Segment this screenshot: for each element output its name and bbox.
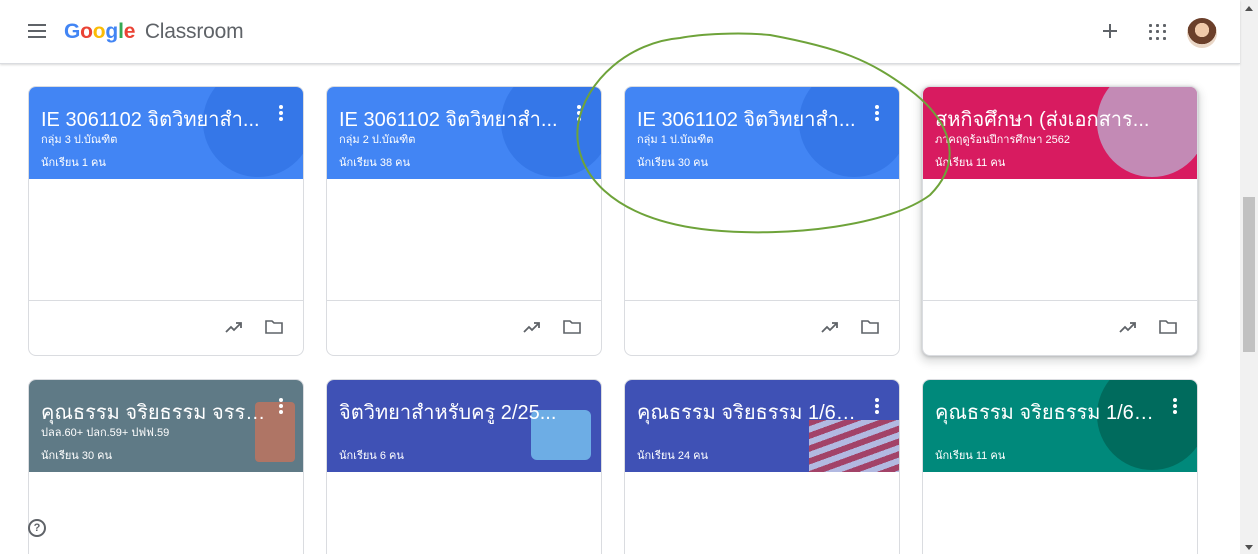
class-card-banner[interactable]: สหกิจศึกษา (ส่งเอกสาร... ภาคฤดูร้อนปีการ… <box>923 87 1197 179</box>
folder-icon[interactable] <box>265 319 283 334</box>
student-count: นักเรียน 11 คน <box>935 157 1006 169</box>
class-card-banner[interactable]: คุณธรรม จริยธรรม 1/62 ... นักเรียน 11 คน <box>923 380 1197 472</box>
class-card[interactable]: IE 3061102 จิตวิทยาสำ... กลุ่ม 3 ป.บัณฑิ… <box>28 86 304 356</box>
more-options-icon[interactable] <box>1167 398 1183 418</box>
more-options-icon[interactable] <box>273 105 289 125</box>
folder-icon[interactable] <box>1159 319 1177 334</box>
class-section: กลุ่ม 1 ป.บัณฑิต <box>637 134 714 146</box>
card-footer <box>923 300 1197 355</box>
class-card-banner[interactable]: คุณธรรม จริยธรรม จรรย... ปลล.60+ ปลก.59+… <box>29 380 303 472</box>
scroll-down-arrow[interactable] <box>1245 545 1253 550</box>
product-name: Classroom <box>144 20 244 43</box>
student-count: นักเรียน 24 คน <box>637 450 709 462</box>
class-section: กลุ่ม 2 ป.บัณฑิต <box>339 134 416 146</box>
scrollbar-thumb[interactable] <box>1243 197 1255 352</box>
class-section: ปลล.60+ ปลก.59+ ปฟฟ.59 <box>41 427 170 439</box>
class-title[interactable]: คุณธรรม จริยธรรม 1/62 ... <box>935 396 1160 428</box>
help-circle-icon[interactable]: ? <box>28 519 46 537</box>
class-card-banner[interactable]: จิตวิทยาสำหรับครู 2/25... นักเรียน 6 คน <box>327 380 601 472</box>
top-app-bar: Google Classroom <box>0 0 1240 64</box>
plus-icon[interactable] <box>1097 18 1123 44</box>
class-card[interactable]: คุณธรรม จริยธรรม 1/62 ... นักเรียน 11 คน <box>922 379 1198 554</box>
class-card[interactable]: IE 3061102 จิตวิทยาสำ... กลุ่ม 2 ป.บัณฑิ… <box>326 86 602 356</box>
class-section: ภาคฤดูร้อนปีการศึกษา 2562 <box>935 134 1070 146</box>
class-card-banner[interactable]: IE 3061102 จิตวิทยาสำ... กลุ่ม 2 ป.บัณฑิ… <box>327 87 601 179</box>
class-title[interactable]: คุณธรรม จริยธรรม 1/62 ... <box>637 396 862 428</box>
card-footer <box>327 300 601 355</box>
student-count: นักเรียน 30 คน <box>41 450 113 462</box>
trending-up-icon[interactable] <box>225 320 243 334</box>
apps-grid-icon[interactable] <box>1147 22 1167 42</box>
card-footer <box>625 300 899 355</box>
class-card[interactable]: คุณธรรม จริยธรรม จรรย... ปลล.60+ ปลก.59+… <box>28 379 304 554</box>
class-title[interactable]: จิตวิทยาสำหรับครู 2/25... <box>339 396 564 428</box>
class-card[interactable]: สหกิจศึกษา (ส่งเอกสาร... ภาคฤดูร้อนปีการ… <box>922 86 1198 356</box>
student-count: นักเรียน 38 คน <box>339 157 411 169</box>
account-avatar[interactable] <box>1187 18 1217 48</box>
trending-up-icon[interactable] <box>821 320 839 334</box>
more-options-icon[interactable] <box>869 105 885 125</box>
google-classroom-logo[interactable]: Google Classroom <box>64 20 244 44</box>
more-options-icon[interactable] <box>571 105 587 125</box>
scroll-up-arrow[interactable] <box>1245 6 1253 11</box>
class-card-banner[interactable]: คุณธรรม จริยธรรม 1/62 ... นักเรียน 24 คน <box>625 380 899 472</box>
class-card-banner[interactable]: IE 3061102 จิตวิทยาสำ... กลุ่ม 1 ป.บัณฑิ… <box>625 87 899 179</box>
card-footer <box>29 300 303 355</box>
student-count: นักเรียน 30 คน <box>637 157 709 169</box>
hamburger-menu-icon[interactable] <box>24 20 52 44</box>
class-card[interactable]: IE 3061102 จิตวิทยาสำ... กลุ่ม 1 ป.บัณฑิ… <box>624 86 900 356</box>
class-card[interactable]: จิตวิทยาสำหรับครู 2/25... นักเรียน 6 คน <box>326 379 602 554</box>
student-count: นักเรียน 11 คน <box>935 450 1006 462</box>
more-options-icon[interactable] <box>869 398 885 418</box>
class-section: กลุ่ม 3 ป.บัณฑิต <box>41 134 118 146</box>
trending-up-icon[interactable] <box>523 320 541 334</box>
trending-up-icon[interactable] <box>1119 320 1137 334</box>
class-card[interactable]: คุณธรรม จริยธรรม 1/62 ... นักเรียน 24 คน <box>624 379 900 554</box>
student-count: นักเรียน 6 คน <box>339 450 404 462</box>
folder-icon[interactable] <box>861 319 879 334</box>
more-options-icon[interactable] <box>273 398 289 418</box>
folder-icon[interactable] <box>563 319 581 334</box>
student-count: นักเรียน 1 คน <box>41 157 106 169</box>
class-card-banner[interactable]: IE 3061102 จิตวิทยาสำ... กลุ่ม 3 ป.บัณฑิ… <box>29 87 303 179</box>
